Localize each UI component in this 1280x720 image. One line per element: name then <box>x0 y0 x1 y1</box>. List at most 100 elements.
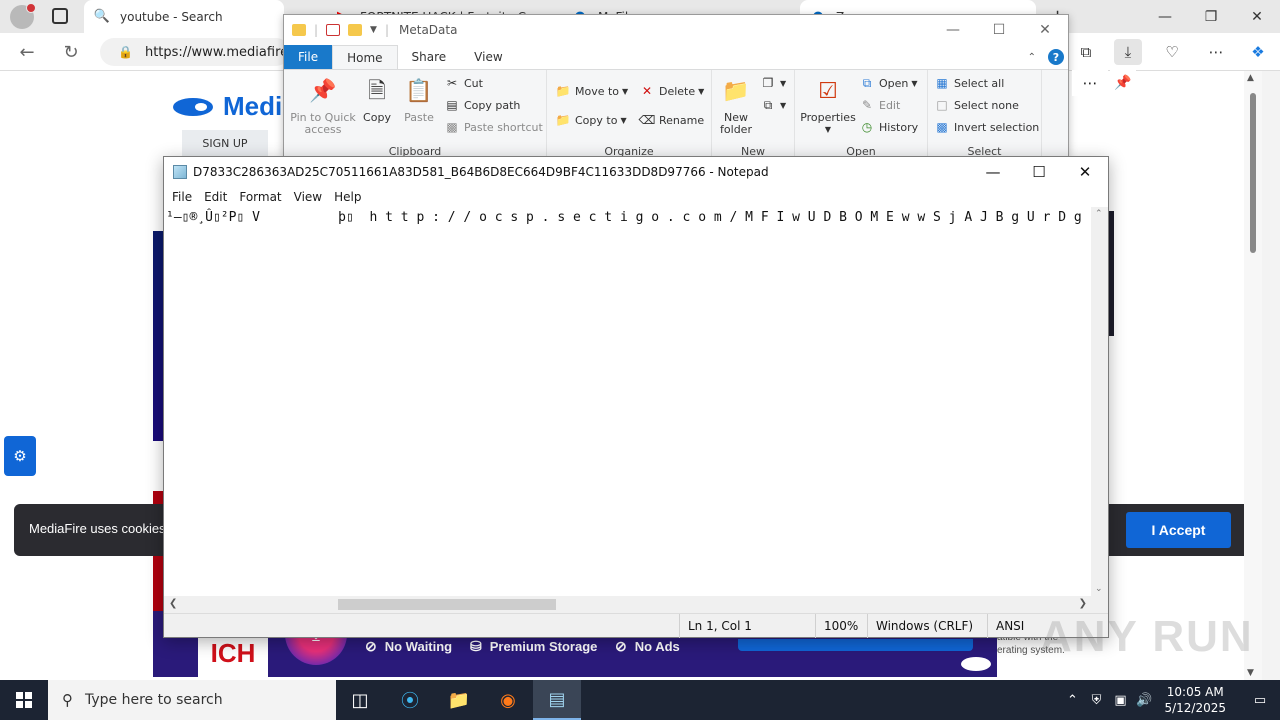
promo-cta-button[interactable] <box>738 639 973 651</box>
edit-button[interactable]: ✎ Edit <box>859 98 900 112</box>
properties-button[interactable]: ☑ Properties ▼ <box>800 76 856 136</box>
network-icon[interactable]: ▣ <box>1108 693 1132 708</box>
signup-button[interactable]: SIGN UP <box>182 130 268 157</box>
tab-actions-icon[interactable] <box>52 8 68 24</box>
new-folder-button[interactable]: 📁 New folder <box>718 76 754 136</box>
status-line-ending: Windows (CRLF) <box>867 614 987 638</box>
notepad-menubar: File Edit Format View Help <box>164 187 1108 207</box>
delete-button[interactable]: ✕ Delete ▼ <box>639 84 704 98</box>
paste-label: Paste <box>404 111 434 124</box>
edit-label: Edit <box>879 98 901 112</box>
menu-edit[interactable]: Edit <box>198 190 233 204</box>
show-hidden-icons-icon[interactable]: ⌃ <box>1060 693 1084 708</box>
close-icon[interactable]: ✕ <box>1022 15 1068 45</box>
select-none-button[interactable]: □ Select none <box>934 98 1019 112</box>
page-scroll-thumb[interactable] <box>1250 93 1256 253</box>
restore-icon[interactable]: ❐ <box>1188 0 1234 33</box>
taskbar-search-box[interactable]: ⚲ Type here to search <box>48 680 336 720</box>
invert-selection-button[interactable]: ▩ Invert selection <box>934 120 1039 134</box>
address-bar[interactable]: 🔒 https://www.mediafire <box>100 38 290 66</box>
scroll-down-icon[interactable]: ⌄ <box>1095 584 1103 594</box>
defender-icon[interactable]: ⛨ <box>1084 693 1108 708</box>
page-scrollbar[interactable]: ▲ ▼ <box>1244 71 1262 680</box>
refresh-icon[interactable]: ↻ <box>60 41 82 63</box>
dropdown-icon: ▼ <box>620 115 627 125</box>
menu-view[interactable]: View <box>288 190 328 204</box>
scroll-corner <box>1091 596 1108 613</box>
browser-tab-youtube-search[interactable]: 🔍 youtube - Search <box>84 0 284 33</box>
paste-button[interactable]: 📋 Paste <box>402 76 436 124</box>
collections-icon[interactable]: ⧉ <box>1072 39 1100 65</box>
notepad-vertical-scrollbar[interactable]: ⌃ ⌄ <box>1091 207 1108 596</box>
select-all-button[interactable]: ▦ Select all <box>934 76 1004 90</box>
menu-format[interactable]: Format <box>233 190 287 204</box>
help-icon[interactable]: ? <box>1048 49 1064 65</box>
page-more-icon[interactable]: ⋯ <box>1072 70 1108 96</box>
menu-help[interactable]: Help <box>328 190 367 204</box>
more-menu-icon[interactable]: ⋯ <box>1202 39 1230 65</box>
close-icon[interactable]: ✕ <box>1234 0 1280 33</box>
open-button[interactable]: ⧉ Open ▼ <box>859 76 918 90</box>
notepad-text-area[interactable]: ¹—▯®¸Û▯²P▯ V þ▯ h t t p : / / o c s p . … <box>164 207 1092 596</box>
new-folder-icon[interactable] <box>348 24 363 36</box>
pin-quick-access-button[interactable]: 📌 Pin to Quick access <box>290 76 356 136</box>
new-group: 📁 New folder ❐ ▼ ⧉ ▼ New <box>712 70 795 159</box>
move-to-button[interactable]: 📁 Move to ▼ <box>555 84 629 98</box>
collapse-ribbon-icon[interactable]: ⌃ <box>1028 52 1036 63</box>
new-item-button[interactable]: ❐ ▼ <box>760 76 787 90</box>
taskbar-clock[interactable]: 10:05 AM 5/12/2025 <box>1164 684 1226 716</box>
edge-icon[interactable]: ⦿ <box>386 680 434 720</box>
notifications-icon[interactable]: ▭ <box>1240 680 1280 720</box>
paste-icon: 📋 <box>405 79 433 104</box>
notepad-taskbar-icon[interactable]: ▤ <box>533 680 581 720</box>
paste-shortcut-label: Paste shortcut <box>464 120 543 134</box>
close-icon[interactable]: ✕ <box>1062 157 1108 187</box>
easy-access-button[interactable]: ⧉ ▼ <box>760 98 786 112</box>
tab-view[interactable]: View <box>460 45 516 69</box>
file-explorer-icon[interactable]: 📁 <box>435 680 483 720</box>
notepad-horizontal-scrollbar[interactable]: ❮ ❯ <box>164 596 1092 613</box>
mediafire-logo[interactable]: Media <box>173 91 297 122</box>
accept-cookies-button[interactable]: I Accept <box>1126 512 1231 548</box>
dropdown-icon: ▼ <box>780 100 787 110</box>
scroll-left-icon[interactable]: ❮ <box>169 598 177 609</box>
scroll-down-icon[interactable]: ▼ <box>1247 668 1254 678</box>
pin-toolbar-icon[interactable]: 📌 <box>1110 70 1136 96</box>
cut-button[interactable]: ✂ Cut <box>444 76 483 90</box>
properties-icon[interactable] <box>326 24 341 36</box>
menu-file[interactable]: File <box>166 190 198 204</box>
settings-gear-icon[interactable]: ⚙ <box>4 436 36 476</box>
paste-shortcut-button[interactable]: ▩ Paste shortcut <box>444 120 543 134</box>
minimize-icon[interactable]: — <box>930 15 976 45</box>
scroll-up-icon[interactable]: ▲ <box>1247 73 1254 83</box>
back-icon[interactable]: ← <box>16 41 38 63</box>
open-label: Open <box>879 76 909 90</box>
profile-avatar[interactable] <box>10 3 36 29</box>
open-icon: ⧉ <box>862 75 872 90</box>
firefox-icon[interactable]: ◉ <box>484 680 532 720</box>
dropdown-icon: ▼ <box>622 86 629 96</box>
customize-dropdown-icon[interactable]: ▼ <box>370 25 377 35</box>
copy-to-button[interactable]: 📁 Copy to ▼ <box>555 113 627 127</box>
copy-label: Copy <box>363 111 391 124</box>
volume-icon[interactable]: 🔊 <box>1132 693 1156 708</box>
task-view-icon[interactable]: ◫ <box>336 680 384 720</box>
scroll-up-icon[interactable]: ⌃ <box>1095 209 1103 219</box>
tab-file[interactable]: File <box>284 45 333 69</box>
minimize-icon[interactable]: — <box>1142 0 1188 33</box>
minimize-icon[interactable]: — <box>970 157 1016 187</box>
copy-path-button[interactable]: ▤ Copy path <box>444 98 520 112</box>
tab-share[interactable]: Share <box>398 45 461 69</box>
rename-button[interactable]: ⌫ Rename <box>639 113 705 127</box>
maximize-icon[interactable]: ☐ <box>1016 157 1062 187</box>
tab-home[interactable]: Home <box>332 45 398 69</box>
scroll-right-icon[interactable]: ❯ <box>1079 598 1087 609</box>
copy-button[interactable]: 🗎 Copy <box>360 76 394 124</box>
copilot-icon[interactable]: ❖ <box>1244 39 1272 65</box>
downloads-icon[interactable]: ⤓ <box>1114 39 1142 65</box>
browser-essentials-icon[interactable]: ♡ <box>1158 39 1186 65</box>
history-button[interactable]: ◷ History <box>859 120 918 134</box>
maximize-icon[interactable]: ☐ <box>976 15 1022 45</box>
horizontal-scroll-thumb[interactable] <box>338 599 556 610</box>
start-button[interactable] <box>0 680 48 720</box>
